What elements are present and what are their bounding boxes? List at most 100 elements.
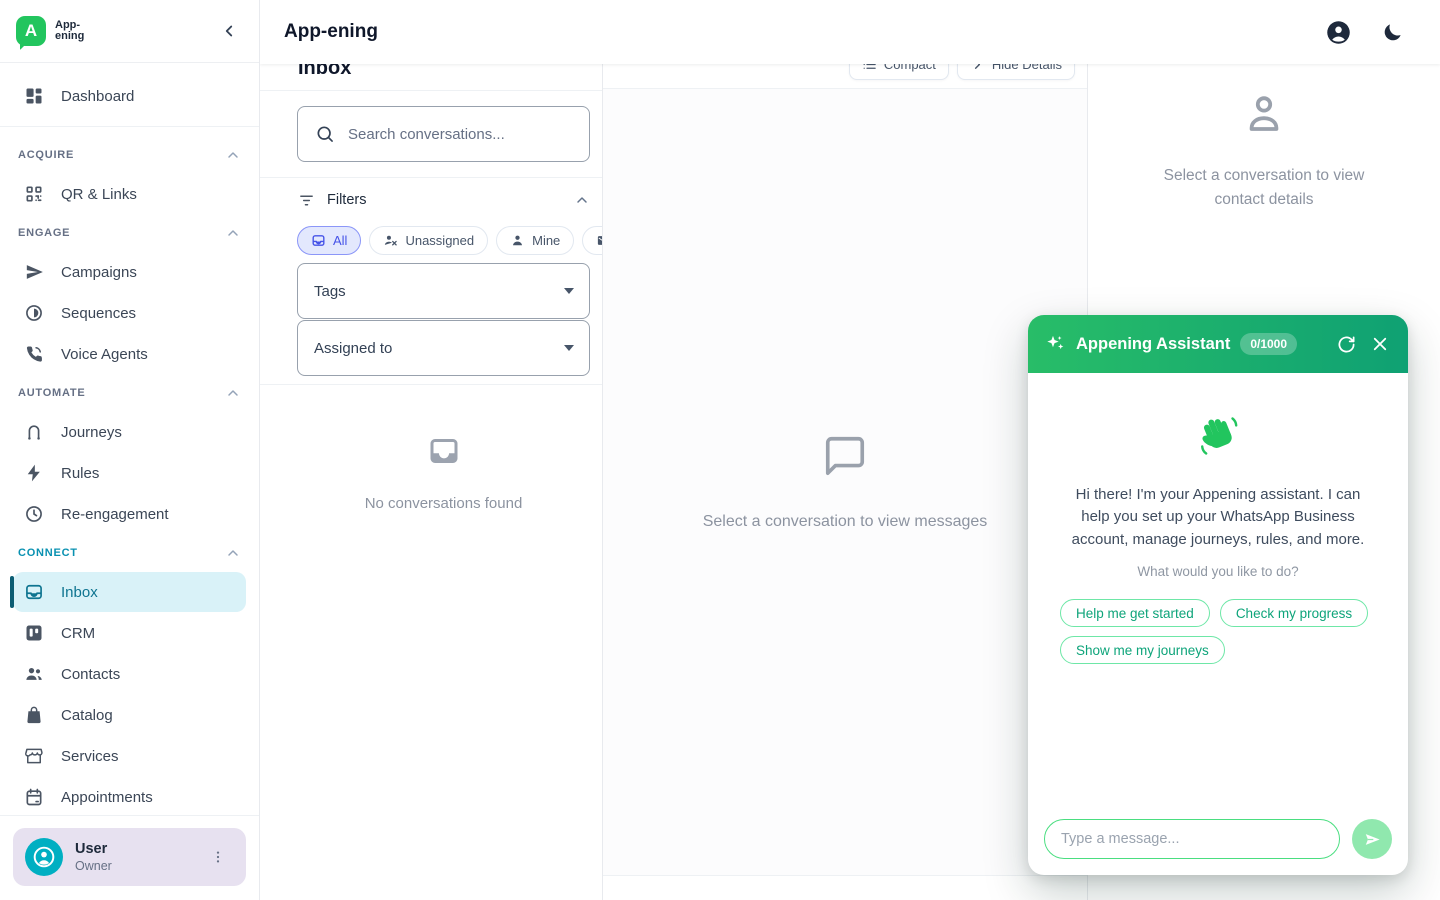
sidebar-item-rules[interactable]: Rules: [13, 453, 246, 493]
user-icon: [510, 233, 525, 248]
sidebar-collapse-button[interactable]: [215, 17, 243, 45]
kanban-icon: [24, 623, 44, 643]
filters-toggle[interactable]: Filters: [298, 188, 590, 212]
sidebar-item-contacts[interactable]: Contacts: [13, 654, 246, 694]
conversations-empty-text: No conversations found: [365, 495, 523, 512]
assistant-footer: [1028, 809, 1408, 875]
chevron-up-icon: [225, 225, 241, 241]
search-input[interactable]: [348, 126, 575, 143]
assistant-greeting: Hi there! I'm your Appening assistant. I…: [1060, 484, 1376, 551]
sidebar-item-dashboard[interactable]: Dashboard: [13, 76, 246, 116]
tags-select[interactable]: Tags: [297, 263, 590, 319]
filter-chip-all[interactable]: All: [297, 226, 361, 255]
chevron-down-icon: [564, 345, 574, 356]
sidebar-item-label: Contacts: [61, 666, 120, 683]
calendar-icon: [24, 787, 44, 807]
page-title: App-ening: [284, 21, 378, 43]
assistant-message-input[interactable]: [1044, 819, 1340, 859]
search-icon: [315, 124, 335, 144]
user-card[interactable]: User Owner: [13, 828, 246, 886]
sidebar-item-label: Appointments: [61, 789, 153, 806]
send-button[interactable]: [1352, 819, 1392, 859]
send-icon: [24, 262, 44, 282]
topbar: App-ening: [260, 0, 1440, 64]
account-button[interactable]: [1324, 18, 1352, 46]
assistant-refresh-button[interactable]: [1334, 332, 1358, 356]
assistant-widget: Appening Assistant 0/1000: [1028, 315, 1408, 875]
user-circle-icon: [31, 844, 57, 870]
quick-actions: Help me get started Check my progress Sh…: [1060, 599, 1384, 664]
sparkles-icon: [1044, 333, 1066, 355]
message-square-icon: [822, 433, 868, 479]
details-empty-text: Select a conversation to view contact de…: [1164, 164, 1365, 212]
sidebar-item-re-engagement[interactable]: Re-engagement: [13, 494, 246, 534]
section-connect[interactable]: CONNECT: [0, 535, 259, 571]
conversation-search: [297, 106, 590, 162]
sidebar-item-label: Dashboard: [61, 88, 134, 105]
user-menu-button[interactable]: [210, 845, 234, 869]
user-role: Owner: [75, 859, 112, 873]
close-icon: [1371, 335, 1389, 353]
assigned-to-select[interactable]: Assigned to: [297, 320, 590, 376]
sidebar-item-catalog[interactable]: Catalog: [13, 695, 246, 735]
filter-chip-unassigned[interactable]: Unassigned: [369, 226, 488, 255]
messages-empty-text: Select a conversation to view messages: [703, 513, 988, 531]
sidebar-footer: User Owner: [0, 815, 259, 900]
assistant-prompt: What would you like to do?: [1028, 564, 1408, 579]
user-name: User: [75, 841, 112, 857]
inbox-title: Inbox: [298, 64, 602, 82]
clock-icon: [24, 504, 44, 524]
app-root: A App- ening Dashboard ACQUIRE: [0, 0, 1440, 900]
topbar-actions: [1324, 18, 1406, 46]
logo-text: App- ening: [55, 20, 84, 42]
users-icon: [24, 664, 44, 684]
sidebar-item-sequences[interactable]: Sequences: [13, 293, 246, 333]
section-engage[interactable]: ENGAGE: [0, 215, 259, 251]
chevron-down-icon: [564, 288, 574, 299]
messages-empty-state: Select a conversation to view messages: [603, 89, 1087, 876]
sidebar-item-crm[interactable]: CRM: [13, 613, 246, 653]
sidebar-item-voice-agents[interactable]: Voice Agents: [13, 334, 246, 374]
section-acquire[interactable]: ACQUIRE: [0, 137, 259, 173]
section-automate[interactable]: AUTOMATE: [0, 375, 259, 411]
sidebar: A App- ening Dashboard ACQUIRE: [0, 0, 260, 900]
divider: [260, 177, 602, 178]
app-logo-icon: A: [16, 16, 46, 46]
assistant-close-button[interactable]: [1368, 332, 1392, 356]
contact-person-icon: [1240, 90, 1288, 138]
divider: [260, 384, 602, 385]
quick-action-check-progress[interactable]: Check my progress: [1220, 599, 1368, 627]
assigned-to-select-label: Assigned to: [314, 340, 392, 357]
inbox-panel: Inbox Filters: [260, 64, 603, 900]
sidebar-item-label: QR & Links: [61, 186, 137, 203]
phone-call-icon: [24, 344, 44, 364]
chevron-left-icon: [220, 22, 238, 40]
refresh-icon: [1337, 335, 1356, 354]
sidebar-item-label: CRM: [61, 625, 95, 642]
sidebar-item-appointments[interactable]: Appointments: [13, 777, 246, 810]
sidebar-item-inbox[interactable]: Inbox: [13, 572, 246, 612]
inbox-icon: [24, 582, 44, 602]
filter-chip-mine[interactable]: Mine: [496, 226, 574, 255]
filters-label: Filters: [327, 192, 366, 208]
sidebar-item-journeys[interactable]: Journeys: [13, 412, 246, 452]
sidebar-header: A App- ening: [0, 0, 259, 63]
zap-icon: [24, 463, 44, 483]
sidebar-item-label: Services: [61, 748, 119, 765]
messages-panel: Compact Hide Details Select a conversati…: [603, 64, 1088, 900]
sidebar-item-qr-links[interactable]: QR & Links: [13, 174, 246, 214]
quick-action-get-started[interactable]: Help me get started: [1060, 599, 1210, 627]
dark-mode-toggle[interactable]: [1378, 18, 1406, 46]
inbox-icon: [311, 233, 326, 248]
sidebar-item-label: Sequences: [61, 305, 136, 322]
filter-chips: All Unassigned Mine: [297, 226, 603, 255]
sidebar-item-services[interactable]: Services: [13, 736, 246, 776]
chevron-up-icon: [225, 147, 241, 163]
filter-chip-unread[interactable]: Unread: [582, 226, 603, 255]
sidebar-item-campaigns[interactable]: Campaigns: [13, 252, 246, 292]
shopping-bag-icon: [24, 705, 44, 725]
sidebar-item-label: Rules: [61, 465, 99, 482]
conversations-empty-state: No conversations found: [260, 433, 602, 512]
journeys-icon: [24, 422, 44, 442]
quick-action-show-journeys[interactable]: Show me my journeys: [1060, 636, 1225, 664]
